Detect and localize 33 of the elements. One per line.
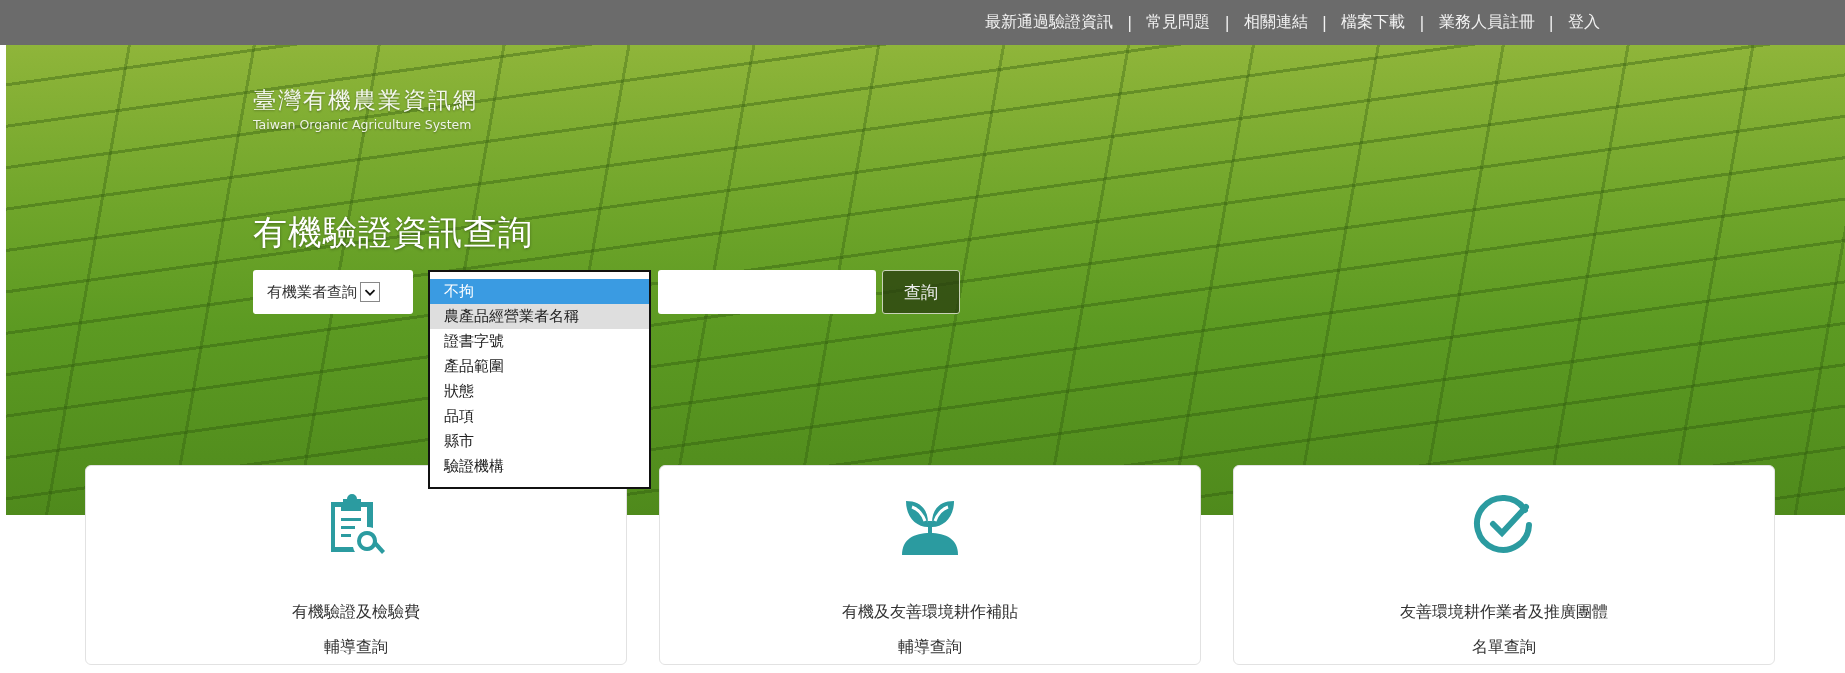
nav-separator: | bbox=[1127, 13, 1133, 32]
nav-link[interactable]: 常見問題 bbox=[1146, 12, 1211, 33]
query-type-select[interactable]: 有機業者查詢 bbox=[253, 270, 413, 314]
nav-separator: | bbox=[1419, 13, 1425, 32]
dropdown-option[interactable]: 產品範圍 bbox=[430, 354, 649, 379]
dropdown-option[interactable]: 縣市 bbox=[430, 429, 649, 454]
service-card[interactable]: 友善環境耕作業者及推廣團體 名單查詢 bbox=[1233, 465, 1775, 665]
dropdown-option[interactable]: 農產品經營業者名稱 bbox=[430, 304, 649, 329]
dropdown-option[interactable]: 證書字號 bbox=[430, 329, 649, 354]
card-title-line: 有機及友善環境耕作補貼 bbox=[842, 601, 1018, 623]
card-title-line: 有機驗證及檢驗費 bbox=[292, 601, 420, 623]
nav-link[interactable]: 最新通過驗證資訊 bbox=[985, 12, 1114, 33]
nav-link[interactable]: 業務人員註冊 bbox=[1438, 12, 1535, 33]
nav-separator: | bbox=[1321, 13, 1328, 32]
nav-separator: | bbox=[1224, 13, 1230, 32]
dropdown-option[interactable]: 品項 bbox=[430, 404, 649, 429]
card-title-line: 輔導查詢 bbox=[324, 636, 388, 658]
nav-link[interactable]: 登入 bbox=[1568, 12, 1600, 33]
card-title-line: 友善環境耕作業者及推廣團體 bbox=[1400, 601, 1608, 623]
service-card[interactable]: 有機及友善環境耕作補貼 輔導查詢 bbox=[659, 465, 1201, 665]
card-title-line: 輔導查詢 bbox=[898, 636, 962, 658]
search-heading: 有機驗證資訊查詢 bbox=[253, 211, 533, 254]
nav-separator: | bbox=[1548, 13, 1554, 32]
chevron-down-icon bbox=[360, 282, 380, 302]
site-subtitle: Taiwan Organic Agriculture System bbox=[253, 117, 472, 132]
check-circle-icon bbox=[1473, 494, 1535, 556]
dropdown-option[interactable]: 狀態 bbox=[430, 379, 649, 404]
nav-link[interactable]: 檔案下載 bbox=[1341, 12, 1406, 33]
search-button[interactable]: 查詢 bbox=[882, 270, 960, 314]
nav-link[interactable]: 相關連結 bbox=[1243, 12, 1308, 33]
card-title-line: 名單查詢 bbox=[1472, 636, 1536, 658]
search-input[interactable] bbox=[658, 270, 876, 314]
field-dropdown-list[interactable]: 不拘 農產品經營業者名稱 證書字號 產品範圍 狀態 品項 縣市 驗證機構 bbox=[428, 270, 651, 489]
